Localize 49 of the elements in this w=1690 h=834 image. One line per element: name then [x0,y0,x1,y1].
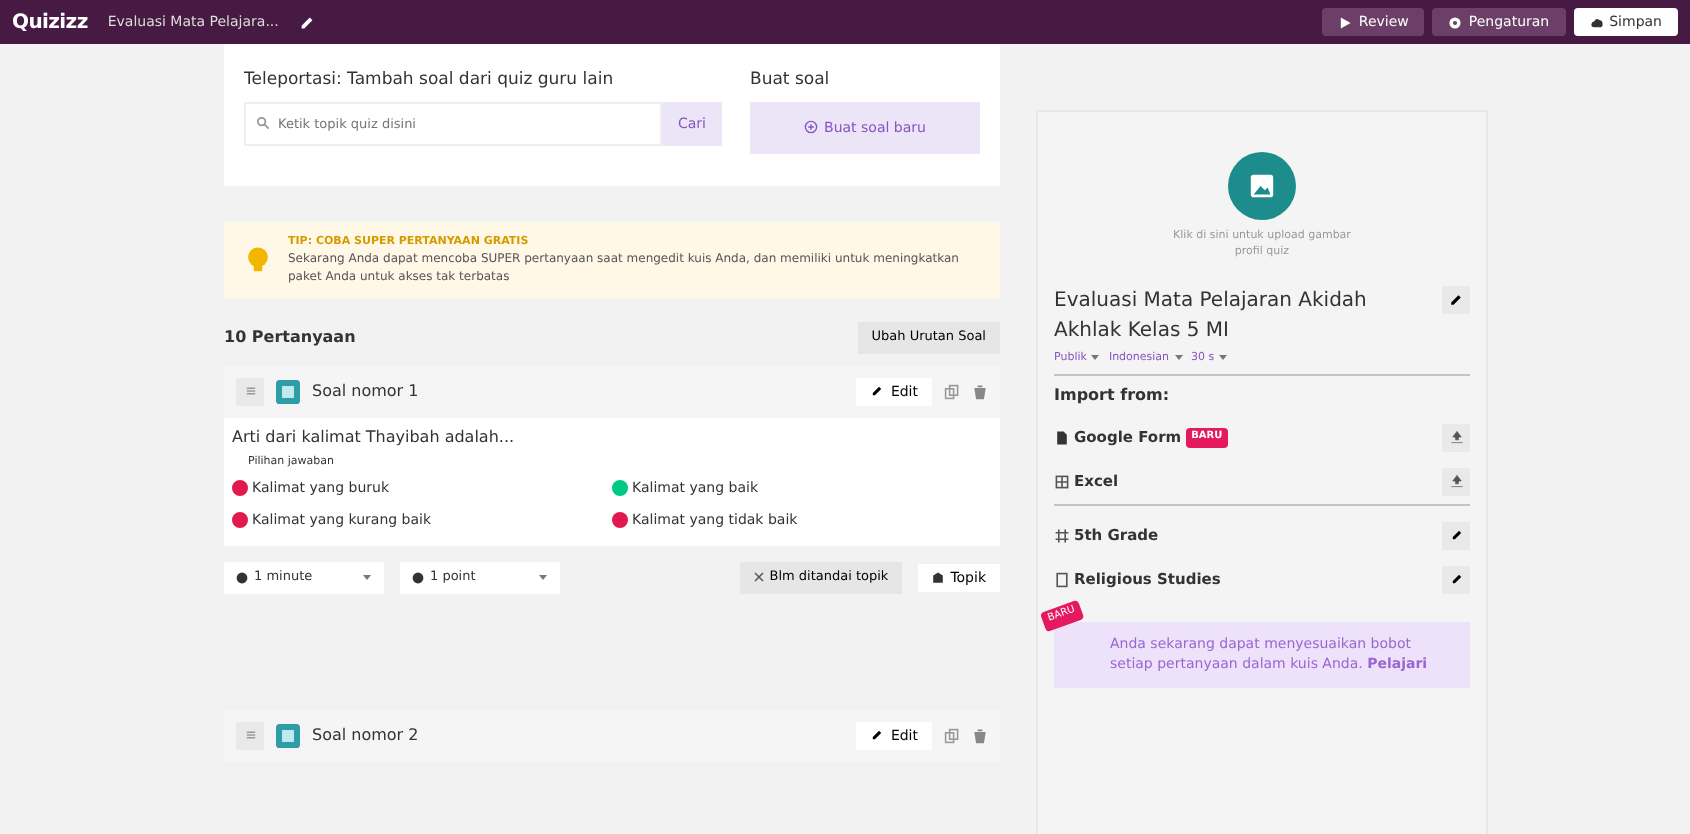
caret-icon [538,572,548,583]
quiz-name: Evaluasi Mata Pelajaran Akidah Akhlak Kelas 5 MI [1054,287,1369,345]
caret-icon [1173,352,1184,363]
grade-icon [1054,527,1070,544]
book-icon [1054,571,1070,588]
pencil-icon [870,728,885,743]
grip-icon [243,384,257,399]
copy-icon[interactable] [944,383,960,400]
table-icon [1054,473,1070,490]
trash-icon[interactable] [972,383,988,400]
pencil-icon [1449,528,1463,543]
caret-icon [1090,352,1101,363]
upload-icon [1449,430,1463,445]
pencil-icon [1449,572,1463,587]
question-count: 10 Pertanyaan [224,325,356,350]
upload-button[interactable] [1442,467,1470,496]
section-title: Teleportasi: Tambah soal dari quiz guru lain [244,68,616,94]
upload-icon [1449,474,1463,489]
cloud-icon [1589,15,1604,29]
pencil-icon[interactable] [298,13,317,31]
caret-icon [1218,352,1229,363]
section-title: Buat soal [750,68,832,94]
pencil-icon [870,384,885,399]
caret-icon [362,572,372,583]
upload-button[interactable] [1442,423,1470,452]
close-icon [753,572,764,583]
edit-button[interactable] [1442,285,1470,313]
pencil-icon [1448,291,1464,307]
section-label: Import from: [1054,383,1172,408]
grip-icon [243,728,257,743]
copy-icon[interactable] [944,727,960,744]
checklist-icon [276,723,300,748]
question-title: Soal nomor 2 [312,723,419,748]
question-title: Soal nomor 1 [312,379,419,404]
question-text: Arti dari kalimat Thayibah adalah... [232,425,517,450]
image-upload-button[interactable] [1228,152,1296,220]
image-icon [1248,172,1276,200]
document-icon [1054,429,1070,446]
play-icon [1338,15,1353,29]
checklist-icon [276,379,300,404]
gear-icon [1448,15,1463,29]
lightbulb-icon [244,245,272,274]
drag-handle[interactable] [236,721,264,750]
plus-circle-icon [804,120,819,135]
logo[interactable]: Quizizz [12,7,88,37]
edit-button[interactable] [1442,521,1470,550]
drag-handle[interactable] [236,377,264,406]
edit-button[interactable] [1442,565,1470,594]
trash-icon[interactable] [972,727,988,744]
